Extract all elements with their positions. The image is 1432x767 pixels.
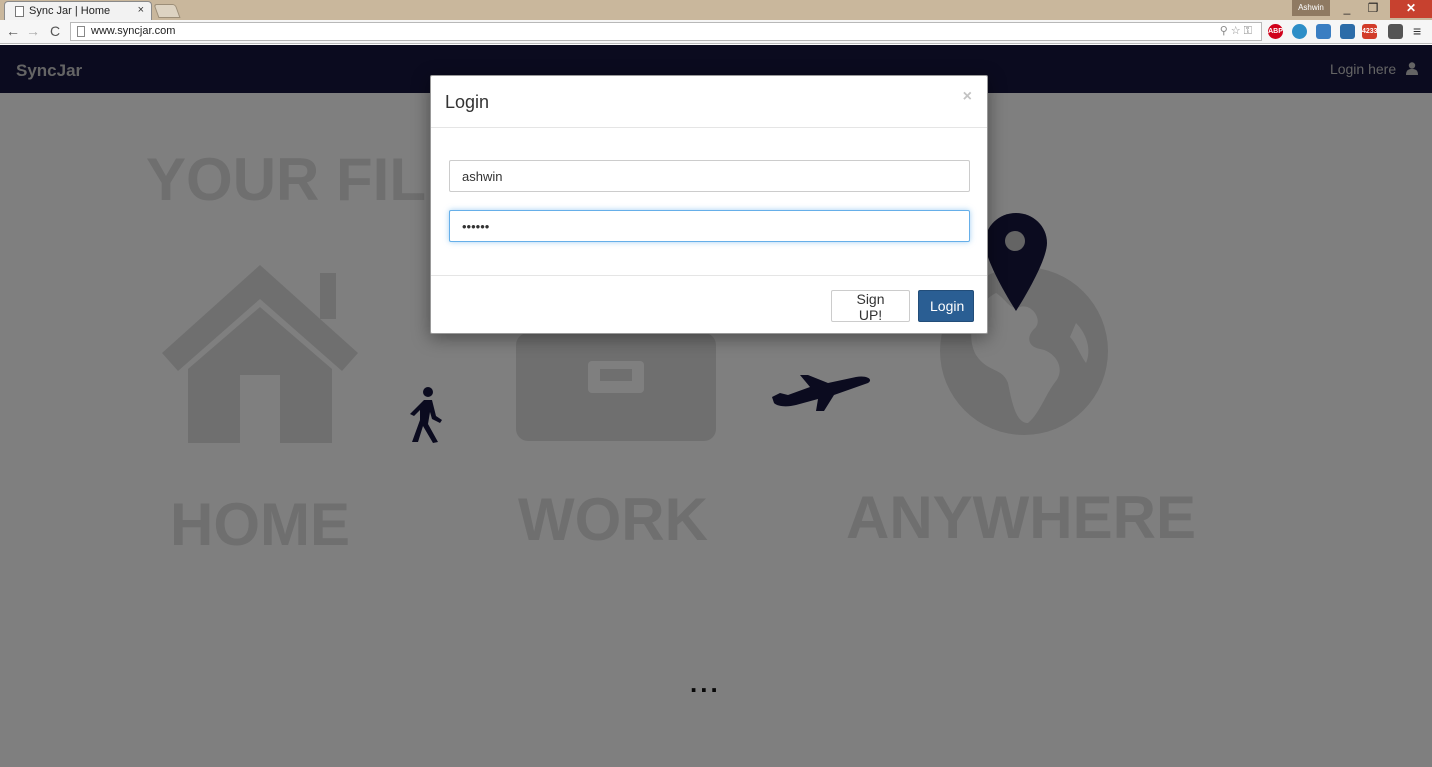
page-icon [15, 6, 24, 17]
login-modal: Login × Sign UP! Login [430, 75, 988, 334]
url-input[interactable]: www.syncjar.com ⚲☆⚿ [70, 22, 1262, 41]
signup-button[interactable]: Sign UP! [831, 290, 910, 323]
username-field[interactable] [449, 160, 970, 192]
globe-extension-icon[interactable] [1292, 24, 1307, 39]
mail-extension-icon[interactable]: 4233 [1362, 24, 1378, 39]
omnibox-icons[interactable]: ⚲☆⚿ [1220, 24, 1255, 38]
window-close-icon[interactable]: ✕ [1390, 0, 1432, 18]
menu-icon[interactable]: ≡ [1413, 23, 1421, 39]
browser-tabbar: Sync Jar | Home × Ashwin _ ❐ ✕ [0, 0, 1432, 20]
browser-tab[interactable]: Sync Jar | Home × [4, 1, 152, 20]
reload-icon[interactable]: C [50, 23, 60, 39]
forward-arrow-icon[interactable]: → [26, 23, 40, 39]
tab-title: Sync Jar | Home [29, 5, 111, 17]
modal-footer: Sign UP! Login [431, 275, 987, 335]
page-icon [77, 26, 85, 37]
link-extension-icon[interactable] [1340, 24, 1355, 39]
tab-close-icon[interactable]: × [138, 4, 144, 16]
modal-title: Login [445, 92, 490, 112]
modal-header: Login × [431, 76, 987, 128]
address-bar: ← → C www.syncjar.com ⚲☆⚿ ABP 4233 ≡ [0, 20, 1432, 44]
new-tab-button[interactable] [153, 4, 181, 18]
adblock-icon[interactable]: ABP [1268, 24, 1283, 39]
eyedropper-icon[interactable] [1388, 24, 1403, 39]
url-text: www.syncjar.com [91, 25, 176, 37]
maximize-icon[interactable]: ❐ [1360, 0, 1386, 18]
login-button[interactable]: Login [918, 290, 974, 322]
c-extension-icon[interactable] [1316, 24, 1331, 39]
back-arrow-icon[interactable]: ← [6, 23, 20, 39]
password-field[interactable] [449, 210, 970, 242]
minimize-icon[interactable]: _ [1334, 0, 1360, 18]
profile-badge[interactable]: Ashwin [1292, 0, 1330, 16]
close-icon[interactable]: × [963, 88, 972, 106]
